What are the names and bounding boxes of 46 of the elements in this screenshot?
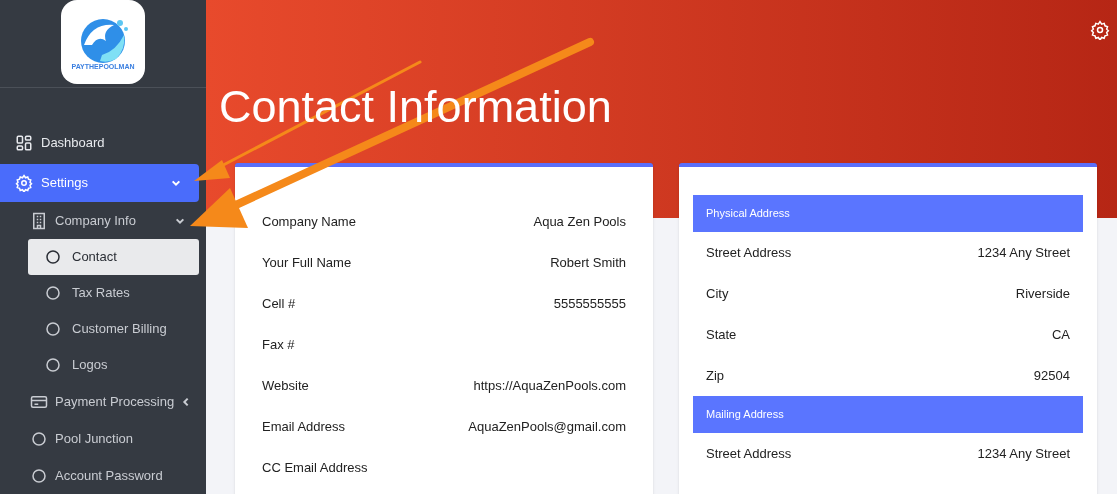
circle-icon	[30, 466, 48, 485]
sidebar-item[interactable]: Contact	[28, 239, 199, 275]
sidebar-item[interactable]: Logos	[28, 347, 199, 383]
field-value: Robert Smith	[550, 253, 626, 272]
chevron-down-icon	[171, 178, 181, 188]
field-value: CA	[1051, 325, 1070, 344]
field-label: Company Name	[262, 212, 356, 231]
circle-icon	[44, 284, 62, 302]
field-value: AquaZenPools@gmail.com	[468, 417, 626, 436]
section-header: Mailing Address	[693, 396, 1083, 433]
circle-icon	[30, 429, 48, 448]
sidebar-item[interactable]: Pool Junction	[0, 420, 199, 457]
field-value: Riverside	[1015, 284, 1070, 303]
circle-icon	[44, 356, 62, 374]
field-label: Your Full Name	[262, 253, 352, 272]
section-header: Physical Address	[693, 195, 1083, 232]
sidebar-item[interactable]: Customer Billing	[28, 311, 199, 347]
field-value: 1234 Any Street	[977, 444, 1070, 463]
field-value: 92504	[1033, 366, 1070, 385]
field-value: 1234 Any Street	[977, 243, 1070, 262]
field-label: City	[706, 284, 729, 303]
field-label: State	[706, 325, 737, 344]
field-label: Zip	[706, 366, 725, 385]
field-label: Website	[262, 376, 309, 395]
sidebar-item[interactable]: Tax Rates	[28, 275, 199, 311]
sidebar-item[interactable]: Dashboard	[0, 124, 199, 162]
field-label: Cell #	[262, 294, 296, 313]
sidebar-item[interactable]: Company Info	[0, 202, 199, 239]
sidebar-item[interactable]: Account Password	[0, 457, 199, 494]
field-label: Fax #	[262, 335, 295, 354]
field-label: Email Address	[262, 417, 346, 436]
sidebar-item[interactable]: Settings	[0, 164, 199, 202]
grid-icon	[15, 134, 33, 152]
field-value: Aqua Zen Pools	[533, 212, 626, 231]
field-label: CC Email Address	[262, 458, 368, 477]
sidebar-item[interactable]: Payment Processing	[0, 383, 199, 420]
field-label: Street Address	[706, 243, 792, 262]
field-value: 5555555555	[553, 294, 626, 313]
building-icon	[30, 211, 48, 230]
field-label: Street Address	[706, 444, 792, 463]
page-title: Contact Information	[219, 84, 612, 129]
circle-icon	[44, 320, 62, 338]
settings-icon	[15, 174, 33, 192]
settings-icon[interactable]	[1090, 20, 1110, 40]
circle-icon	[44, 248, 62, 266]
field-value: https://AquaZenPools.com	[473, 376, 626, 395]
